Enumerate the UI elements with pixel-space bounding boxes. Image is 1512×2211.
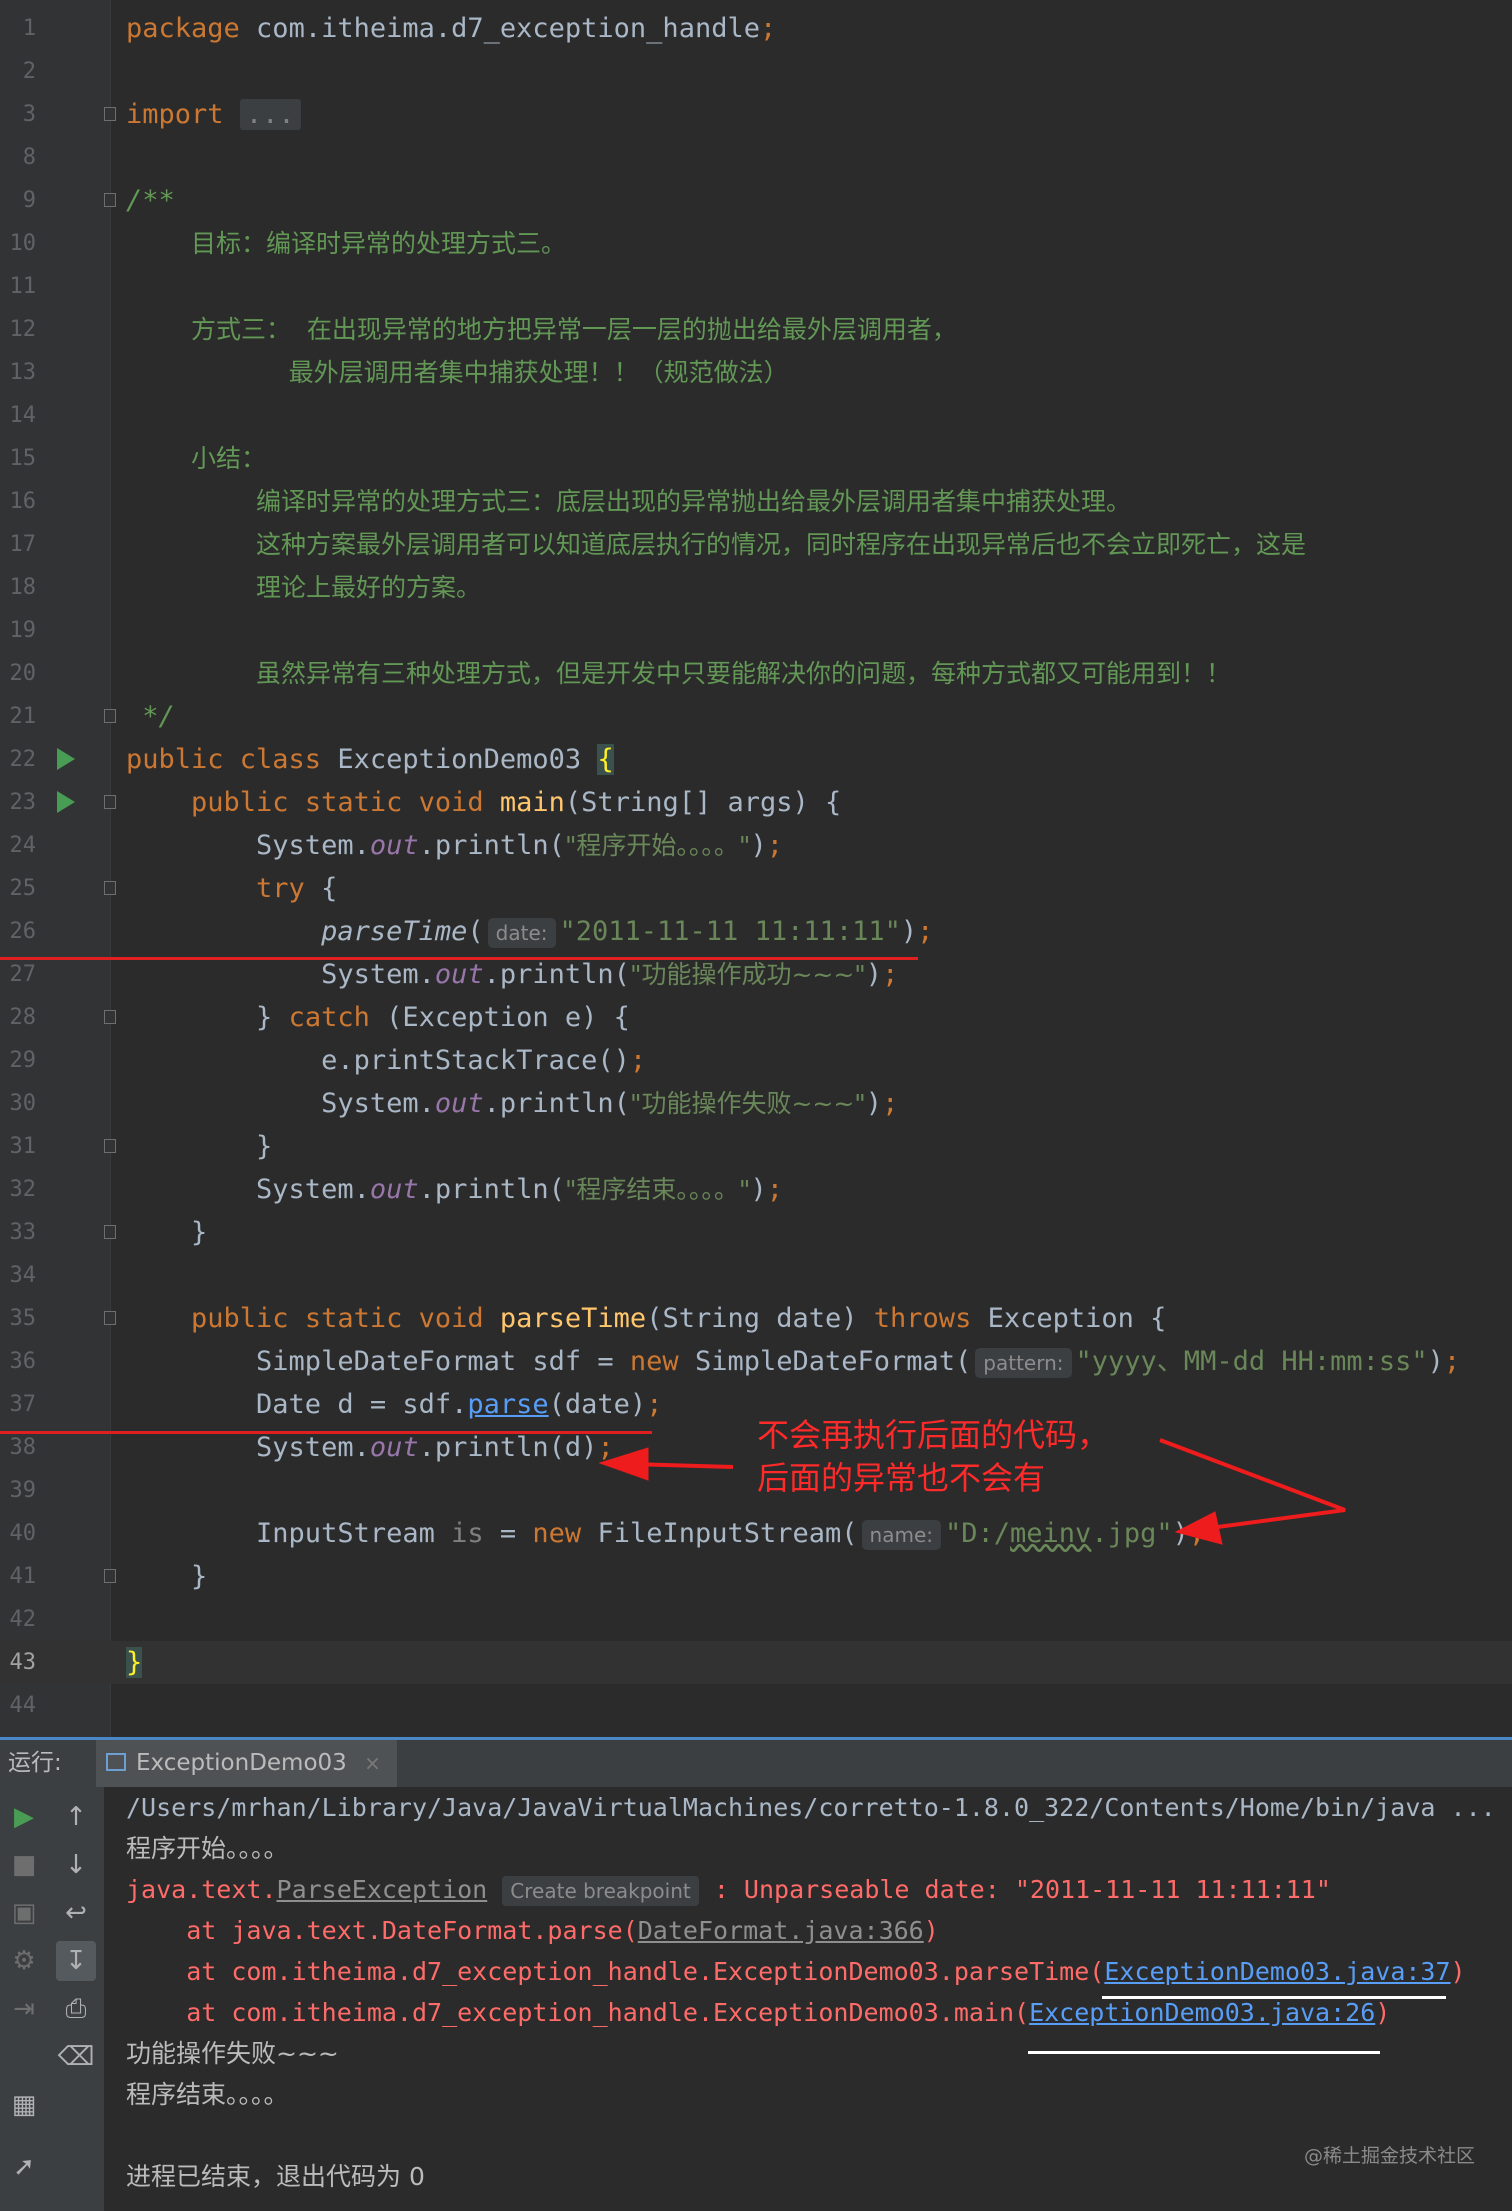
stop-icon[interactable]: ■ [4, 1845, 44, 1885]
stack-frame-text: at com.itheima.d7_exception_handle.Excep… [126, 1957, 1105, 1986]
console-line-stack: at java.text.DateFormat.parse(DateFormat… [126, 1910, 939, 1951]
login-icon[interactable]: ⇥ [4, 1989, 44, 2029]
arrow-head [1174, 1511, 1223, 1545]
console-line: 程序开始。。。。 [126, 1834, 289, 1863]
run-tab[interactable]: ExceptionDemo03 × [96, 1740, 397, 1787]
exception-text: java.text. [126, 1875, 277, 1904]
exception-message: : Unparseable date: "2011-11-11 11:11:11… [713, 1875, 1331, 1904]
console-line: 功能操作失败~~~ [126, 2039, 339, 2068]
exception-class-link[interactable]: ParseException [277, 1875, 488, 1904]
settings-icon[interactable]: ⚙ [4, 1941, 44, 1981]
stack-frame-text: ) [1375, 1998, 1391, 2027]
rerun-icon[interactable]: ▶ [4, 1797, 44, 1837]
run-tool-window-header: 运行: ExceptionDemo03 × [0, 1737, 1512, 1787]
camera-icon[interactable]: ▣ [4, 1893, 44, 1933]
create-breakpoint-hint[interactable]: Create breakpoint [502, 1876, 699, 1906]
stack-frame-text: at com.itheima.d7_exception_handle.Excep… [126, 1998, 1030, 2027]
console-line: 进程已结束，退出代码为 0 [126, 2162, 425, 2191]
console-line-exception: java.text.ParseException Create breakpoi… [126, 1869, 1331, 1910]
arrow-line [1159, 1438, 1346, 1530]
stack-frame-text: ) [1450, 1957, 1466, 1986]
console-line: 程序结束。。。。 [126, 2080, 289, 2109]
run-label: 运行: [8, 1750, 62, 1776]
stack-frame-link[interactable]: ExceptionDemo03.java:26 [1029, 1998, 1375, 2027]
stack-frame-text: at java.text.DateFormat.parse( [126, 1916, 638, 1945]
scroll-up-icon[interactable]: ↑ [56, 1797, 96, 1837]
annotation-arrows [598, 1438, 1346, 1545]
watermark: @稀土掘金技术社区 [1304, 2145, 1476, 2167]
pin-icon[interactable]: ➚ [4, 2147, 44, 2187]
stack-frame-text: ) [923, 1916, 939, 1945]
trash-icon[interactable]: ⌫ [56, 2037, 96, 2077]
console-icon [106, 1753, 126, 1771]
stack-frame-link[interactable]: ExceptionDemo03.java:37 [1104, 1957, 1450, 1986]
white-underline [1028, 2051, 1380, 2054]
stack-frame-link[interactable]: DateFormat.java:366 [638, 1916, 924, 1945]
soft-wrap-icon[interactable]: ↩ [56, 1893, 96, 1933]
close-icon[interactable]: × [364, 1751, 381, 1775]
arrow-head [598, 1447, 649, 1481]
white-underline [1102, 1996, 1446, 1999]
console-panel[interactable]: ▶ ↑ ■ ↓ ▣ ↩ ⚙ ↧ ⇥ ⎙ ⌫ ▦ ➚ /Users/mrhan/L… [0, 1787, 1512, 2211]
scroll-to-end-icon[interactable]: ↧ [56, 1941, 96, 1981]
code-editor[interactable]: 1 package com.itheima.d7_exception_handl… [0, 0, 1512, 1737]
console-line: /Users/mrhan/Library/Java/JavaVirtualMac… [126, 1793, 1496, 1822]
console-line-stack: at com.itheima.d7_exception_handle.Excep… [126, 1951, 1466, 1992]
run-tab-label: ExceptionDemo03 [136, 1750, 347, 1776]
console-toolbar: ▶ ↑ ■ ↓ ▣ ↩ ⚙ ↧ ⇥ ⎙ ⌫ ▦ ➚ [0, 1787, 104, 2211]
scroll-down-icon[interactable]: ↓ [56, 1845, 96, 1885]
layout-icon[interactable]: ▦ [4, 2085, 44, 2125]
print-icon[interactable]: ⎙ [56, 1989, 96, 2029]
